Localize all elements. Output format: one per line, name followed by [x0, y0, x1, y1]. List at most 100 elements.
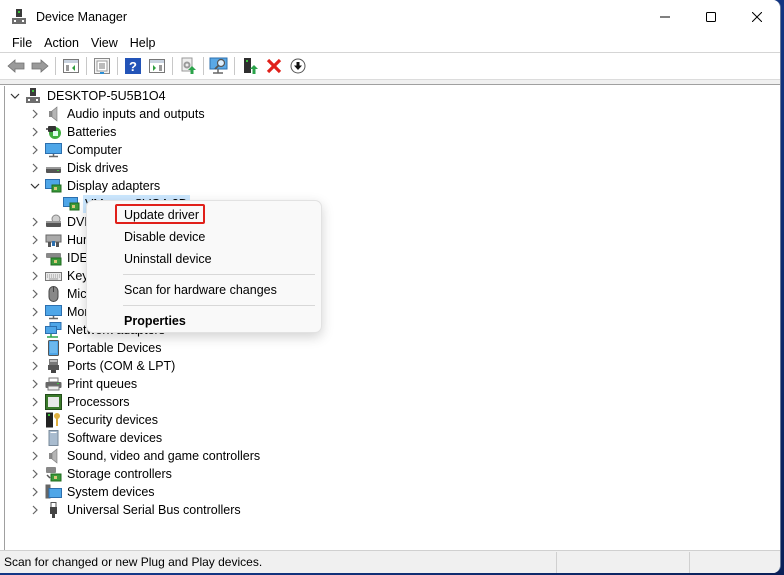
forward-arrow-icon	[31, 59, 49, 73]
toolbar: ?	[0, 53, 780, 80]
tree-item-sound-video-and-game-controllers[interactable]: Sound, video and game controllers	[29, 447, 262, 465]
minimize-button[interactable]	[642, 0, 688, 33]
back-arrow-icon	[7, 59, 25, 73]
chevron-down-icon[interactable]	[29, 177, 41, 195]
chevron-right-icon[interactable]	[29, 231, 41, 249]
disable-device-icon	[290, 58, 306, 74]
menu-item-scan-hardware[interactable]: Scan for hardware changes	[124, 282, 277, 298]
show-action-pane-button[interactable]	[146, 55, 168, 77]
tree-item-system-devices[interactable]: System devices	[29, 483, 157, 501]
properties-button[interactable]	[91, 55, 113, 77]
battery-icon	[45, 124, 62, 140]
tree-item-computer[interactable]: Computer	[29, 141, 124, 159]
scan-hardware-button[interactable]	[208, 55, 230, 77]
update-driver-icon	[181, 57, 196, 74]
toolbar-separator	[117, 57, 118, 75]
chevron-right-icon[interactable]	[29, 141, 41, 159]
help-button[interactable]: ?	[122, 55, 144, 77]
menu-item-properties[interactable]: Properties	[124, 313, 186, 329]
tree-item-label: Computer	[67, 143, 122, 157]
show-hide-console-tree-button[interactable]	[60, 55, 82, 77]
display-adapter-icon	[63, 196, 80, 212]
toolbar-strip	[0, 80, 780, 85]
tree-item-display-adapters[interactable]: Display adapters	[29, 177, 162, 195]
minimize-icon	[660, 16, 670, 17]
uninstall-device-button[interactable]	[263, 55, 285, 77]
chevron-right-icon[interactable]	[29, 357, 41, 375]
tree-item-label: Display adapters	[67, 179, 161, 193]
chevron-right-icon[interactable]	[29, 159, 41, 177]
enable-device-button[interactable]	[239, 55, 261, 77]
tree-item-label: Storage controllers	[67, 467, 172, 481]
hid-icon	[45, 232, 62, 248]
disable-device-button[interactable]	[287, 55, 309, 77]
chevron-right-icon[interactable]	[29, 411, 41, 429]
tree-item-label: Print queues	[67, 377, 138, 391]
maximize-button[interactable]	[688, 0, 734, 33]
processor-icon	[45, 394, 62, 410]
chevron-right-icon[interactable]	[29, 123, 41, 141]
close-button[interactable]	[734, 0, 780, 33]
tree-item-storage-controllers[interactable]: Storage controllers	[29, 465, 174, 483]
menu-item-uninstall-device[interactable]: Uninstall device	[124, 251, 212, 267]
tree-item-processors[interactable]: Processors	[29, 393, 132, 411]
ide-controller-icon	[45, 250, 62, 266]
tree-item-label: Disk drives	[67, 161, 129, 175]
mouse-icon	[45, 286, 62, 302]
chevron-right-icon[interactable]	[29, 393, 41, 411]
chevron-right-icon[interactable]	[29, 501, 41, 519]
speaker-icon	[45, 106, 62, 122]
tree-item-software-devices[interactable]: Software devices	[29, 429, 164, 447]
chevron-right-icon[interactable]	[29, 303, 41, 321]
device-manager-app-icon	[11, 8, 27, 25]
tree-item-ports-com-lpt[interactable]: Ports (COM & LPT)	[29, 357, 177, 375]
chevron-right-icon[interactable]	[29, 447, 41, 465]
status-bar: Scan for changed or new Plug and Play de…	[0, 550, 780, 573]
tree-item-universal-serial-bus-controllers[interactable]: Universal Serial Bus controllers	[29, 501, 243, 519]
menu-file[interactable]: File	[6, 33, 38, 53]
chevron-down-icon[interactable]	[9, 87, 21, 105]
back-button[interactable]	[5, 55, 27, 77]
network-adapter-icon	[45, 322, 62, 338]
tree-item-security-devices[interactable]: Security devices	[29, 411, 160, 429]
chevron-right-icon[interactable]	[29, 339, 41, 357]
tree-item-disk-drives[interactable]: Disk drives	[29, 159, 130, 177]
tree-item-label: Security devices	[67, 413, 159, 427]
chevron-right-icon[interactable]	[29, 285, 41, 303]
tree-root-desktop-5u5b1o4[interactable]: DESKTOP-5U5B1O4	[9, 87, 168, 105]
software-device-icon	[45, 430, 62, 446]
chevron-right-icon[interactable]	[29, 267, 41, 285]
chevron-right-icon[interactable]	[29, 429, 41, 447]
chevron-right-icon[interactable]	[29, 465, 41, 483]
monitor-icon	[45, 304, 62, 320]
chevron-right-icon[interactable]	[29, 321, 41, 339]
menu-action[interactable]: Action	[38, 33, 85, 53]
update-driver-highlight-box	[115, 204, 205, 224]
uninstall-device-icon	[266, 58, 282, 74]
tree-item-label: Audio inputs and outputs	[67, 107, 205, 121]
toolbar-separator	[172, 57, 173, 75]
chevron-right-icon[interactable]	[29, 483, 41, 501]
status-panel	[689, 551, 777, 573]
update-driver-button[interactable]	[177, 55, 199, 77]
toolbar-separator	[86, 57, 87, 75]
tree-item-portable-devices[interactable]: Portable Devices	[29, 339, 164, 357]
chevron-right-icon[interactable]	[29, 105, 41, 123]
tree-item-label: System devices	[67, 485, 155, 499]
tree-item-batteries[interactable]: Batteries	[29, 123, 118, 141]
menu-help[interactable]: Help	[124, 33, 162, 53]
tree-item-label: DESKTOP-5U5B1O4	[47, 89, 166, 103]
tree-item-audio-inputs-and-outputs[interactable]: Audio inputs and outputs	[29, 105, 207, 123]
usb-icon	[45, 502, 62, 518]
chevron-right-icon[interactable]	[29, 249, 41, 267]
chevron-right-icon[interactable]	[29, 375, 41, 393]
menu-item-disable-device[interactable]: Disable device	[124, 229, 205, 245]
menu-view[interactable]: View	[85, 33, 124, 53]
forward-button[interactable]	[29, 55, 51, 77]
menu-bar: File Action View Help	[0, 33, 780, 53]
tree-item-label: Processors	[67, 395, 130, 409]
disk-drive-icon	[45, 160, 62, 176]
chevron-right-icon[interactable]	[29, 213, 41, 231]
tree-item-print-queues[interactable]: Print queues	[29, 375, 139, 393]
